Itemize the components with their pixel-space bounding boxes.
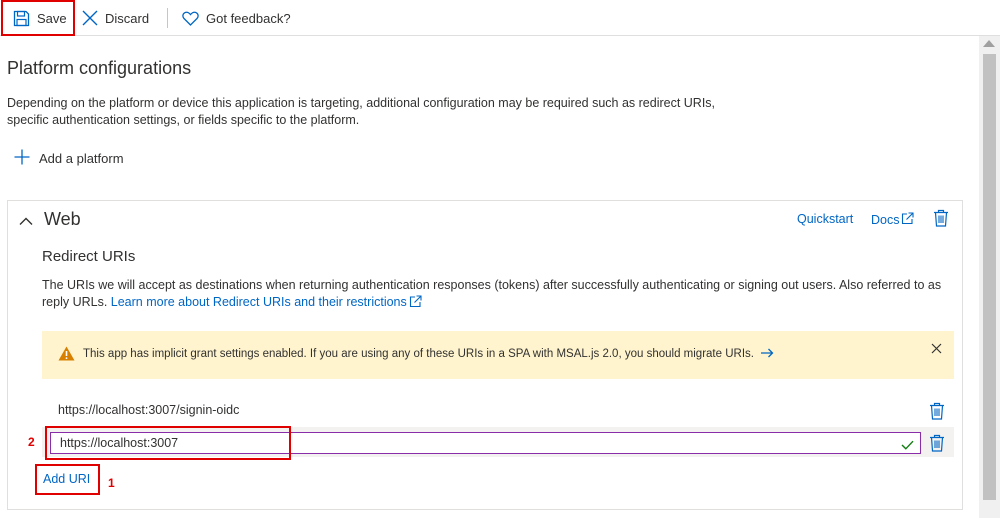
heart-icon <box>182 11 199 26</box>
add-platform-button[interactable]: Add a platform <box>14 148 124 168</box>
save-icon <box>13 10 30 27</box>
annotation-step-1: 1 <box>108 476 115 490</box>
toolbar-separator <box>167 8 168 28</box>
docs-link[interactable]: Docs <box>871 212 915 228</box>
delete-platform-trash-icon[interactable] <box>933 209 949 232</box>
chevron-up-icon[interactable] <box>19 213 33 231</box>
web-platform-card: Web Quickstart Docs Redirect URIs The UR… <box>7 200 963 510</box>
external-link-icon <box>409 295 422 309</box>
add-uri-link[interactable]: Add URI <box>43 472 90 486</box>
redirect-uris-description: The URIs we will accept as destinations … <box>42 277 954 311</box>
feedback-label: Got feedback? <box>206 10 291 26</box>
scroll-thumb[interactable] <box>983 54 996 500</box>
redirect-uri-item: https://localhost:3007/signin-oidc <box>58 403 240 417</box>
warning-message: This app has implicit grant settings ena… <box>83 348 774 360</box>
learn-more-link[interactable]: Learn more about Redirect URIs and their… <box>111 295 422 309</box>
dismiss-warning-close-icon[interactable] <box>931 341 942 359</box>
quickstart-link[interactable]: Quickstart <box>797 212 853 226</box>
save-button[interactable]: Save <box>0 0 75 36</box>
external-link-icon <box>901 212 915 228</box>
implicit-grant-warning: This app has implicit grant settings ena… <box>42 331 954 379</box>
docs-label: Docs <box>871 213 900 227</box>
close-icon <box>82 10 98 26</box>
redirect-uris-title: Redirect URIs <box>42 248 136 265</box>
plus-icon <box>14 149 30 168</box>
discard-button[interactable]: Discard <box>82 0 149 36</box>
feedback-button[interactable]: Got feedback? <box>182 0 291 36</box>
page-title: Platform configurations <box>7 58 192 78</box>
vertical-scrollbar[interactable] <box>979 36 1000 518</box>
warning-text: This app has implicit grant settings ena… <box>83 348 754 360</box>
card-title: Web <box>44 209 81 229</box>
scroll-up-arrow-icon[interactable] <box>983 40 995 47</box>
add-platform-label: Add a platform <box>39 150 124 166</box>
command-bar: Save Discard Got feedback? <box>0 0 1000 36</box>
page-description: Depending on the platform or device this… <box>7 96 716 127</box>
arrow-right-icon[interactable] <box>760 348 774 360</box>
learn-more-label: Learn more about Redirect URIs and their… <box>110 295 407 309</box>
discard-label: Discard <box>105 10 150 26</box>
save-label: Save <box>37 10 67 26</box>
delete-uri-trash-icon[interactable] <box>929 434 945 457</box>
redirect-uri-input[interactable] <box>50 432 921 454</box>
delete-uri-trash-icon[interactable] <box>929 402 945 425</box>
checkmark-icon <box>901 437 914 455</box>
warning-icon <box>58 346 75 366</box>
annotation-step-2: 2 <box>28 435 35 449</box>
